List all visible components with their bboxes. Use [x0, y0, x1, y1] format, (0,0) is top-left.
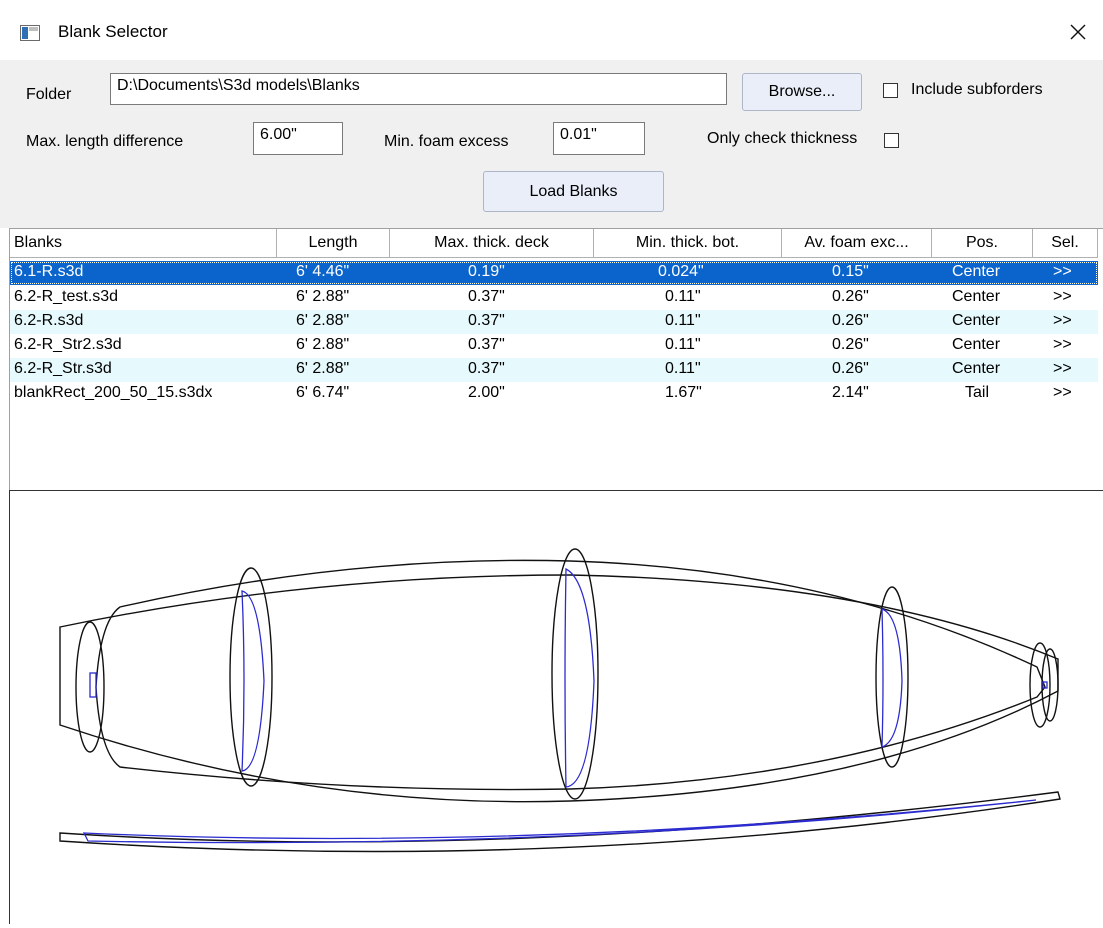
cell-blank-name: blankRect_200_50_15.s3dx	[14, 384, 213, 401]
cell-length: 6' 2.88"	[296, 336, 350, 353]
table-row[interactable]: 6.1-R.s3d 6' 4.46" 0.19" 0.024" 0.15" Ce…	[10, 261, 1098, 285]
column-header-pos[interactable]: Pos.	[932, 229, 1033, 258]
only-thickness-checkbox[interactable]	[884, 133, 899, 148]
cell-max-thick-deck: 0.37"	[468, 336, 505, 353]
board-section-3	[881, 608, 903, 748]
cell-blank-name: 6.2-R_Str2.s3d	[14, 336, 122, 353]
cell-max-thick-deck: 0.19"	[468, 263, 505, 280]
column-header-max-thick-deck[interactable]: Max. thick. deck	[390, 229, 594, 258]
table-row[interactable]: 6.2-R_Str2.s3d 6' 2.88" 0.37" 0.11" 0.26…	[10, 334, 1098, 358]
cell-blank-name: 6.1-R.s3d	[14, 263, 84, 280]
window-app-icon	[20, 25, 40, 41]
cell-length: 6' 6.74"	[296, 384, 350, 401]
cell-max-thick-deck: 2.00"	[468, 384, 505, 401]
cell-min-thick-bot: 0.024"	[658, 263, 704, 280]
include-subfolders-label: Include subforders	[911, 81, 1043, 98]
cell-min-thick-bot: 0.11"	[665, 288, 701, 305]
column-header-min-thick-bot[interactable]: Min. thick. bot.	[594, 229, 782, 258]
options-panel: Folder D:\Documents\S3d models\Blanks Br…	[0, 60, 1103, 228]
section-2	[551, 548, 599, 800]
min-foam-label: Min. foam excess	[384, 133, 509, 150]
cell-pos: Center	[952, 360, 1001, 377]
section-3	[875, 586, 909, 768]
board-outline	[95, 559, 1046, 791]
column-header-sel[interactable]: Sel.	[1033, 229, 1098, 258]
title-bar: Blank Selector	[0, 0, 1103, 60]
column-header-av-foam-excess[interactable]: Av. foam exc...	[782, 229, 932, 258]
min-foam-input[interactable]: 0.01"	[553, 122, 645, 155]
cell-av-foam-excess: 0.26"	[832, 336, 869, 353]
load-blanks-button[interactable]: Load Blanks	[483, 171, 664, 212]
blanks-table[interactable]: Blanks Length Max. thick. deck Min. thic…	[9, 228, 1103, 490]
cell-av-foam-excess: 0.26"	[832, 312, 869, 329]
cell-length: 6' 2.88"	[296, 312, 350, 329]
cell-min-thick-bot: 0.11"	[665, 312, 701, 329]
column-header-length[interactable]: Length	[277, 229, 390, 258]
max-length-input[interactable]: 6.00"	[253, 122, 343, 155]
cell-min-thick-bot: 1.67"	[665, 384, 702, 401]
cell-sel-button[interactable]: >>	[1053, 263, 1072, 281]
folder-path-input[interactable]: D:\Documents\S3d models\Blanks	[110, 73, 727, 105]
blank-preview-panel	[9, 490, 1103, 924]
cell-max-thick-deck: 0.37"	[468, 312, 505, 329]
table-row[interactable]: blankRect_200_50_15.s3dx 6' 6.74" 2.00" …	[10, 382, 1098, 406]
cell-blank-name: 6.2-R_Str.s3d	[14, 360, 112, 377]
cell-max-thick-deck: 0.37"	[468, 360, 505, 377]
close-icon[interactable]	[1060, 14, 1096, 50]
window-title: Blank Selector	[58, 22, 168, 41]
board-section-1	[241, 590, 265, 772]
cell-blank-name: 6.2-R_test.s3d	[14, 288, 119, 305]
column-header-blanks[interactable]: Blanks	[10, 229, 277, 258]
board-section-nose	[89, 672, 97, 698]
cell-sel-button[interactable]: >>	[1053, 288, 1072, 306]
cell-length: 6' 4.46"	[296, 263, 350, 280]
cell-av-foam-excess: 0.26"	[832, 288, 869, 305]
board-section-2	[564, 567, 595, 788]
table-row[interactable]: 6.2-R_Str.s3d 6' 2.88" 0.37" 0.11" 0.26"…	[10, 358, 1098, 382]
max-length-label: Max. length difference	[26, 133, 184, 150]
cell-av-foam-excess: 2.14"	[832, 384, 869, 401]
folder-label: Folder	[26, 86, 72, 103]
cell-sel-button[interactable]: >>	[1053, 312, 1072, 330]
browse-button[interactable]: Browse...	[742, 73, 862, 111]
cell-pos: Center	[952, 312, 1001, 329]
blank-preview-drawing	[59, 548, 1061, 853]
cell-length: 6' 2.88"	[296, 288, 350, 305]
cell-pos: Center	[952, 336, 1001, 353]
cell-sel-button[interactable]: >>	[1053, 360, 1072, 378]
include-subfolders-checkbox[interactable]	[883, 83, 898, 98]
cell-pos: Center	[952, 288, 1001, 305]
cell-min-thick-bot: 0.11"	[665, 336, 701, 353]
cell-pos: Tail	[965, 384, 990, 401]
cell-pos: Center	[952, 263, 1001, 280]
cell-av-foam-excess: 0.26"	[832, 360, 869, 377]
only-thickness-label: Only check thickness	[707, 130, 858, 147]
table-row[interactable]: 6.2-R_test.s3d 6' 2.88" 0.37" 0.11" 0.26…	[10, 286, 1098, 310]
cell-max-thick-deck: 0.37"	[468, 288, 505, 305]
cell-min-thick-bot: 0.11"	[665, 360, 701, 377]
cell-blank-name: 6.2-R.s3d	[14, 312, 84, 329]
cell-sel-button[interactable]: >>	[1053, 336, 1072, 354]
cell-length: 6' 2.88"	[296, 360, 350, 377]
cell-av-foam-excess: 0.15"	[832, 263, 869, 280]
cell-sel-button[interactable]: >>	[1053, 384, 1072, 402]
table-row[interactable]: 6.2-R.s3d 6' 2.88" 0.37" 0.11" 0.26" Cen…	[10, 310, 1098, 334]
